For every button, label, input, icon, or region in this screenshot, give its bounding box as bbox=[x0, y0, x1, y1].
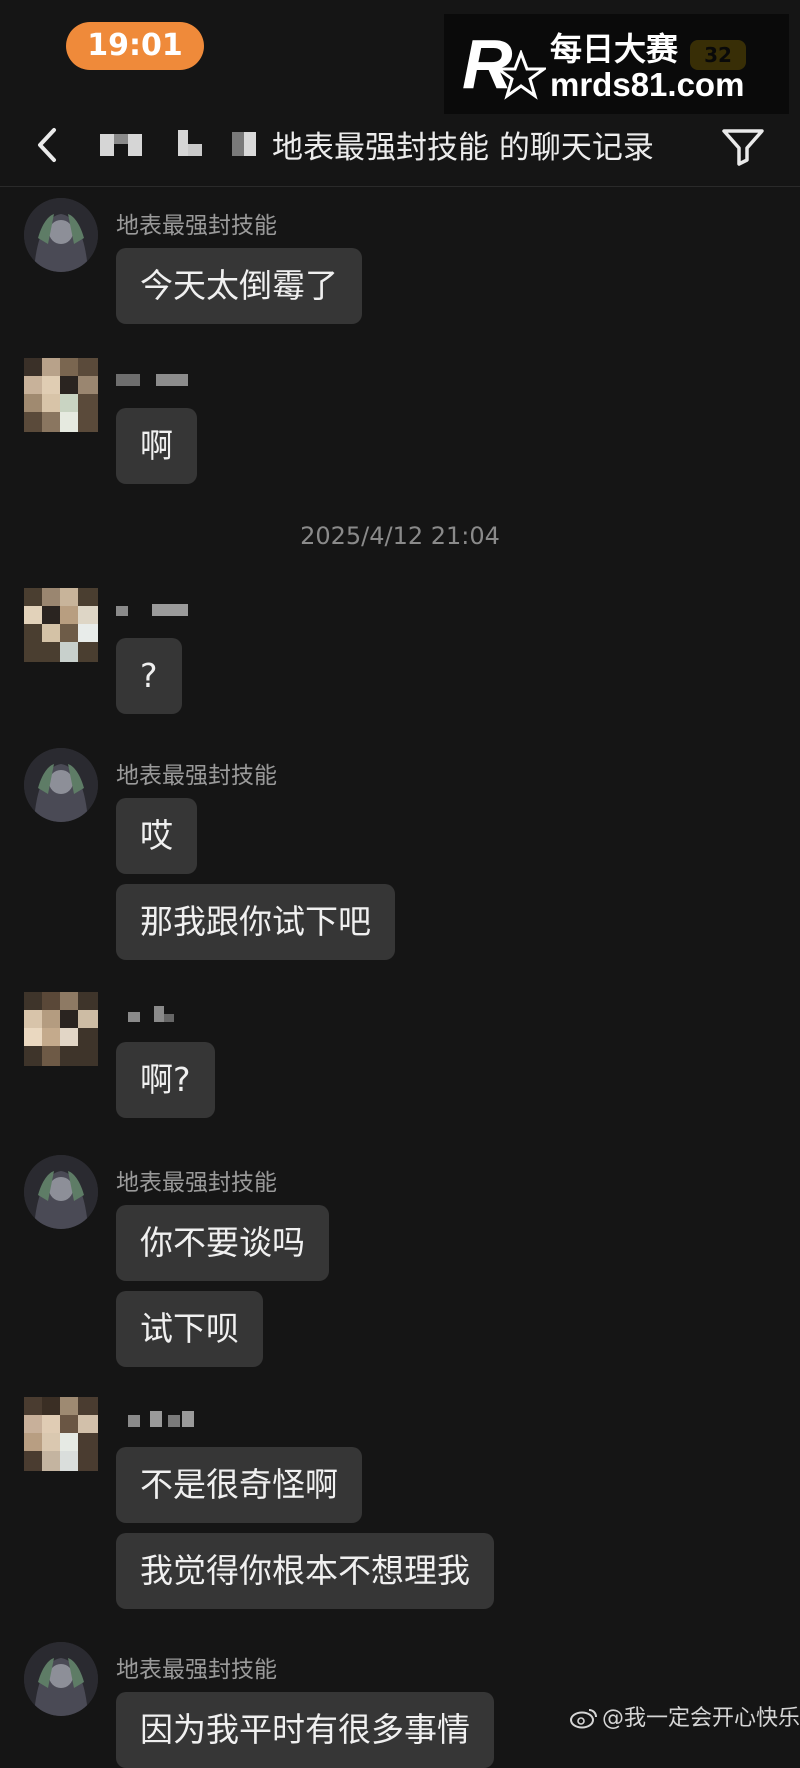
redacted-sender bbox=[116, 374, 188, 386]
credit-text: @我一定会开心快乐 bbox=[602, 1706, 800, 1731]
filter-icon[interactable] bbox=[718, 120, 768, 170]
star-icon bbox=[496, 50, 546, 100]
sender-name: 地表最强封技能 bbox=[116, 1170, 277, 1196]
message-bubble[interactable]: 因为我平时有很多事情 bbox=[116, 1692, 494, 1768]
avatar[interactable] bbox=[24, 992, 98, 1066]
avatar[interactable] bbox=[24, 198, 98, 272]
redacted-name bbox=[100, 130, 256, 156]
message-bubble[interactable]: 哎 bbox=[116, 798, 197, 874]
avatar[interactable] bbox=[24, 748, 98, 822]
redacted-sender bbox=[128, 1411, 194, 1427]
message-bubble[interactable]: 今天太倒霉了 bbox=[116, 248, 362, 324]
avatar[interactable] bbox=[24, 1397, 98, 1471]
chat-header: 地表最强封技能 的聊天记录 bbox=[0, 100, 800, 187]
message-bubble[interactable]: ? bbox=[116, 638, 182, 714]
message-bubble[interactable]: 啊 bbox=[116, 408, 197, 484]
message-bubble[interactable]: 试下呗 bbox=[116, 1291, 263, 1367]
watermark-title: 每日大赛 bbox=[550, 30, 679, 68]
sender-name: 地表最强封技能 bbox=[116, 213, 277, 239]
message-bubble[interactable]: 不是很奇怪啊 bbox=[116, 1447, 362, 1523]
timestamp: 2025/4/12 21:04 bbox=[300, 522, 500, 550]
weibo-icon bbox=[570, 1709, 597, 1729]
avatar[interactable] bbox=[24, 588, 98, 662]
message-bubble[interactable]: 我觉得你根本不想理我 bbox=[116, 1533, 494, 1609]
sender-name: 地表最强封技能 bbox=[116, 763, 277, 789]
weibo-credit: @我一定会开心快乐 bbox=[570, 1700, 800, 1732]
sender-name: 地表最强封技能 bbox=[116, 1657, 277, 1683]
message-bubble[interactable]: 你不要谈吗 bbox=[116, 1205, 329, 1281]
message-bubble[interactable]: 啊? bbox=[116, 1042, 215, 1118]
avatar[interactable] bbox=[24, 1642, 98, 1716]
watermark: R 每日大赛 mrds81.com bbox=[444, 14, 789, 114]
message-bubble[interactable]: 那我跟你试下吧 bbox=[116, 884, 395, 960]
redacted-sender bbox=[128, 1006, 174, 1022]
chevron-left-icon[interactable] bbox=[24, 120, 74, 170]
avatar[interactable] bbox=[24, 1155, 98, 1229]
page-title: 地表最强封技能 的聊天记录 bbox=[272, 130, 654, 166]
watermark-url: mrds81.com bbox=[550, 66, 745, 103]
redacted-sender bbox=[116, 604, 188, 616]
status-time: 19:01 bbox=[66, 22, 204, 70]
avatar[interactable] bbox=[24, 358, 98, 432]
